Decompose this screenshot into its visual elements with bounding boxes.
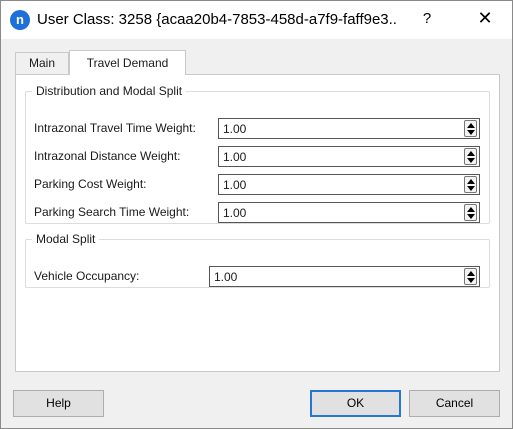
spin-arrows-icon[interactable] (464, 176, 477, 193)
parking-search-time-weight-spinbox[interactable]: 1.00 (218, 202, 480, 223)
intrazonal-distance-weight-value: 1.00 (223, 150, 247, 164)
parking-search-time-weight-label: Parking Search Time Weight: (34, 205, 190, 219)
parking-cost-weight-spinbox[interactable]: 1.00 (218, 174, 480, 195)
intrazonal-travel-time-weight-label: Intrazonal Travel Time Weight: (34, 121, 196, 135)
help-button[interactable]: Help (13, 390, 104, 417)
intrazonal-distance-weight-label: Intrazonal Distance Weight: (34, 149, 181, 163)
intrazonal-distance-weight-spinbox[interactable]: 1.00 (218, 146, 480, 167)
tab-main[interactable]: Main (15, 52, 69, 74)
spin-arrows-icon[interactable] (464, 268, 477, 285)
intrazonal-travel-time-weight-value: 1.00 (223, 122, 247, 136)
window-title: User Class: 3258 {acaa20b4-7853-458d-a7f… (37, 11, 397, 28)
vehicle-occupancy-label: Vehicle Occupancy: (34, 269, 140, 283)
user-class-dialog: n User Class: 3258 {acaa20b4-7853-458d-a… (0, 0, 513, 429)
parking-cost-weight-label: Parking Cost Weight: (34, 177, 147, 191)
spin-arrows-icon[interactable] (464, 204, 477, 221)
spin-arrows-icon[interactable] (464, 120, 477, 137)
app-logo-icon: n (10, 10, 30, 30)
spin-arrows-icon[interactable] (464, 148, 477, 165)
modal-split-group: Modal Split Vehicle Occupancy: 1.00 (25, 232, 490, 288)
distribution-group: Distribution and Modal Split Intrazonal … (25, 84, 490, 224)
help-icon[interactable]: ? (419, 10, 435, 30)
ok-button[interactable]: OK (310, 390, 401, 417)
close-icon[interactable]: ✕ (475, 8, 495, 32)
title-bar: n User Class: 3258 {acaa20b4-7853-458d-a… (1, 1, 512, 39)
distribution-group-title: Distribution and Modal Split (36, 84, 183, 98)
parking-cost-weight-value: 1.00 (223, 178, 247, 192)
tab-travel-demand[interactable]: Travel Demand (69, 50, 186, 75)
vehicle-occupancy-spinbox[interactable]: 1.00 (209, 266, 480, 287)
cancel-button[interactable]: Cancel (409, 390, 500, 417)
parking-search-time-weight-value: 1.00 (223, 206, 247, 220)
intrazonal-travel-time-weight-spinbox[interactable]: 1.00 (218, 118, 480, 139)
modal-split-group-title: Modal Split (36, 232, 96, 246)
travel-demand-panel: Distribution and Modal Split Intrazonal … (15, 74, 500, 372)
vehicle-occupancy-value: 1.00 (214, 270, 238, 284)
